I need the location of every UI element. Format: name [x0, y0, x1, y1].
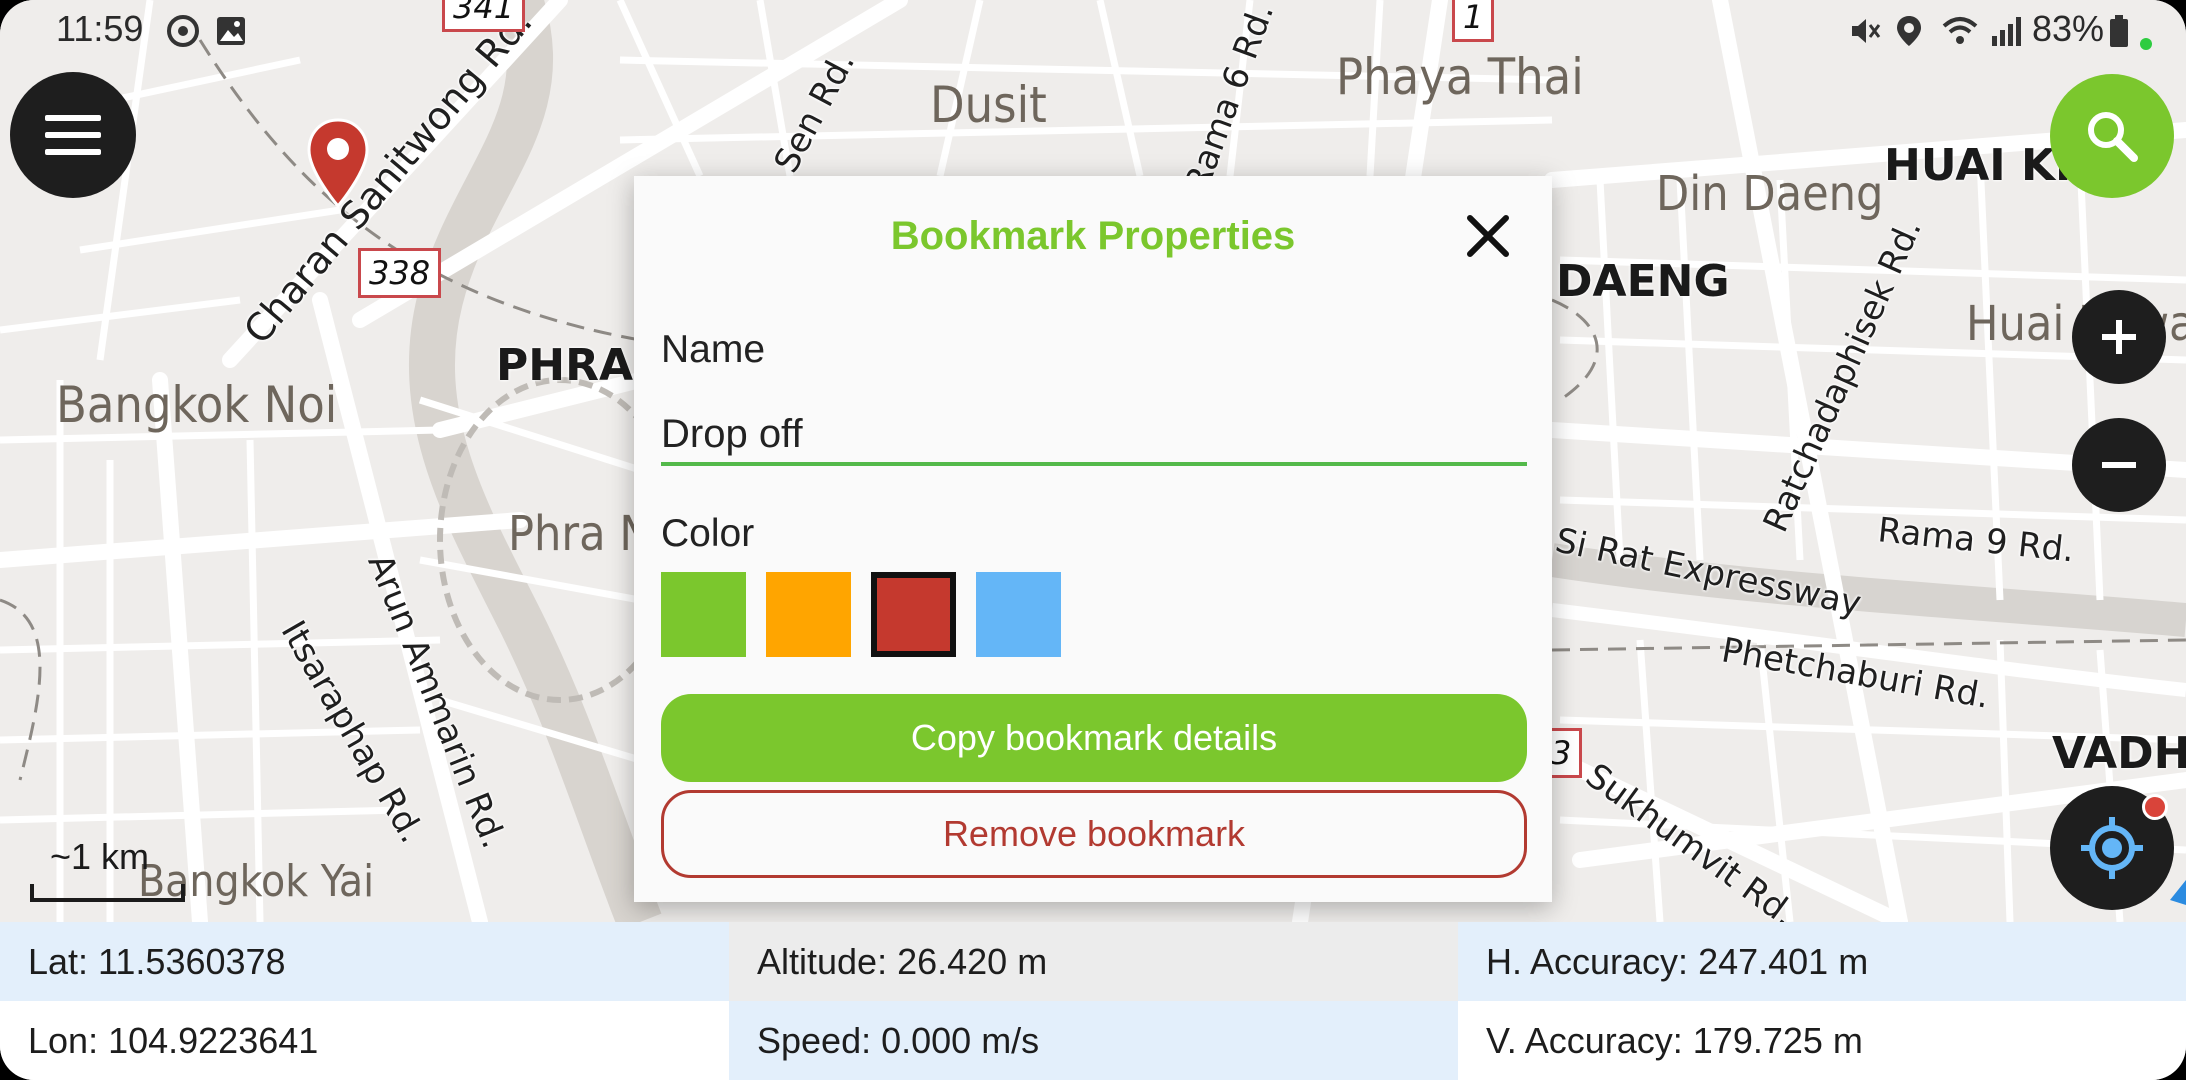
color-picker	[661, 572, 1061, 657]
location-info-panel: Lat: 11.5360378 Altitude: 26.420 m H. Ac…	[0, 922, 2186, 1080]
status-bar: 11:59 83%	[0, 0, 2186, 62]
place-label: Din Daeng	[1656, 166, 1884, 222]
app-screen: Dusit Phaya Thai Din Daeng Bangkok Noi H…	[0, 0, 2186, 1080]
color-swatch-green[interactable]	[661, 572, 746, 657]
status-time: 11:59	[56, 8, 144, 49]
name-input[interactable]	[661, 406, 1527, 466]
h-accuracy-value: H. Accuracy: 247.401 m	[1458, 922, 2186, 1001]
copy-bookmark-button[interactable]: Copy bookmark details	[661, 694, 1527, 782]
zoom-in-button[interactable]	[2072, 290, 2166, 384]
wifi-icon	[1940, 14, 1980, 53]
close-button[interactable]	[1464, 212, 1512, 260]
color-label: Color	[661, 512, 755, 555]
map-pin-icon	[307, 118, 369, 209]
v-accuracy-value: V. Accuracy: 179.725 m	[1458, 1001, 2186, 1080]
name-label: Name	[661, 328, 766, 371]
locate-button[interactable]	[2050, 786, 2174, 910]
scale-bar	[30, 884, 185, 902]
privacy-dot	[2140, 38, 2152, 50]
remove-bookmark-button[interactable]: Remove bookmark	[661, 790, 1527, 878]
color-swatch-red[interactable]	[871, 572, 956, 657]
menu-icon	[45, 115, 101, 155]
minus-icon	[2102, 462, 2136, 468]
place-label: Dusit	[930, 76, 1047, 134]
bookmark-marker[interactable]	[306, 118, 370, 209]
scale-label: ~1 km	[50, 836, 150, 877]
whatsapp-icon	[166, 14, 200, 53]
notification-dot	[2142, 794, 2168, 820]
altitude-value: Altitude: 26.420 m	[729, 922, 1458, 1001]
place-label: Phra N	[508, 506, 652, 562]
district-label: DAENG	[1556, 256, 1730, 307]
close-icon	[1467, 215, 1509, 257]
zoom-out-button[interactable]	[2072, 418, 2166, 512]
signal-icon	[1990, 14, 2026, 53]
gallery-icon	[214, 14, 248, 53]
battery-percent: 83%	[2031, 8, 2104, 49]
mute-icon	[1848, 14, 1882, 53]
district-label: VADHA	[2052, 728, 2186, 779]
map-scale: ~1 km	[30, 836, 190, 902]
route-shield: 338	[358, 248, 442, 298]
bookmark-properties-dialog: Bookmark Properties Name Color Copy book…	[634, 176, 1552, 902]
location-icon	[1894, 14, 1924, 53]
latitude-value: Lat: 11.5360378	[0, 922, 729, 1001]
menu-button[interactable]	[10, 72, 136, 198]
color-swatch-blue[interactable]	[976, 572, 1061, 657]
search-button[interactable]	[2050, 74, 2174, 198]
speed-value: Speed: 0.000 m/s	[729, 1001, 1458, 1080]
color-swatch-orange[interactable]	[766, 572, 851, 657]
battery-icon	[2108, 14, 2130, 53]
search-icon	[2088, 112, 2138, 162]
dialog-title: Bookmark Properties	[890, 214, 1296, 258]
plus-icon	[2102, 320, 2136, 354]
gps-icon	[2081, 817, 2143, 879]
place-label: Bangkok Noi	[56, 376, 338, 434]
longitude-value: Lon: 104.9223641	[0, 1001, 729, 1080]
